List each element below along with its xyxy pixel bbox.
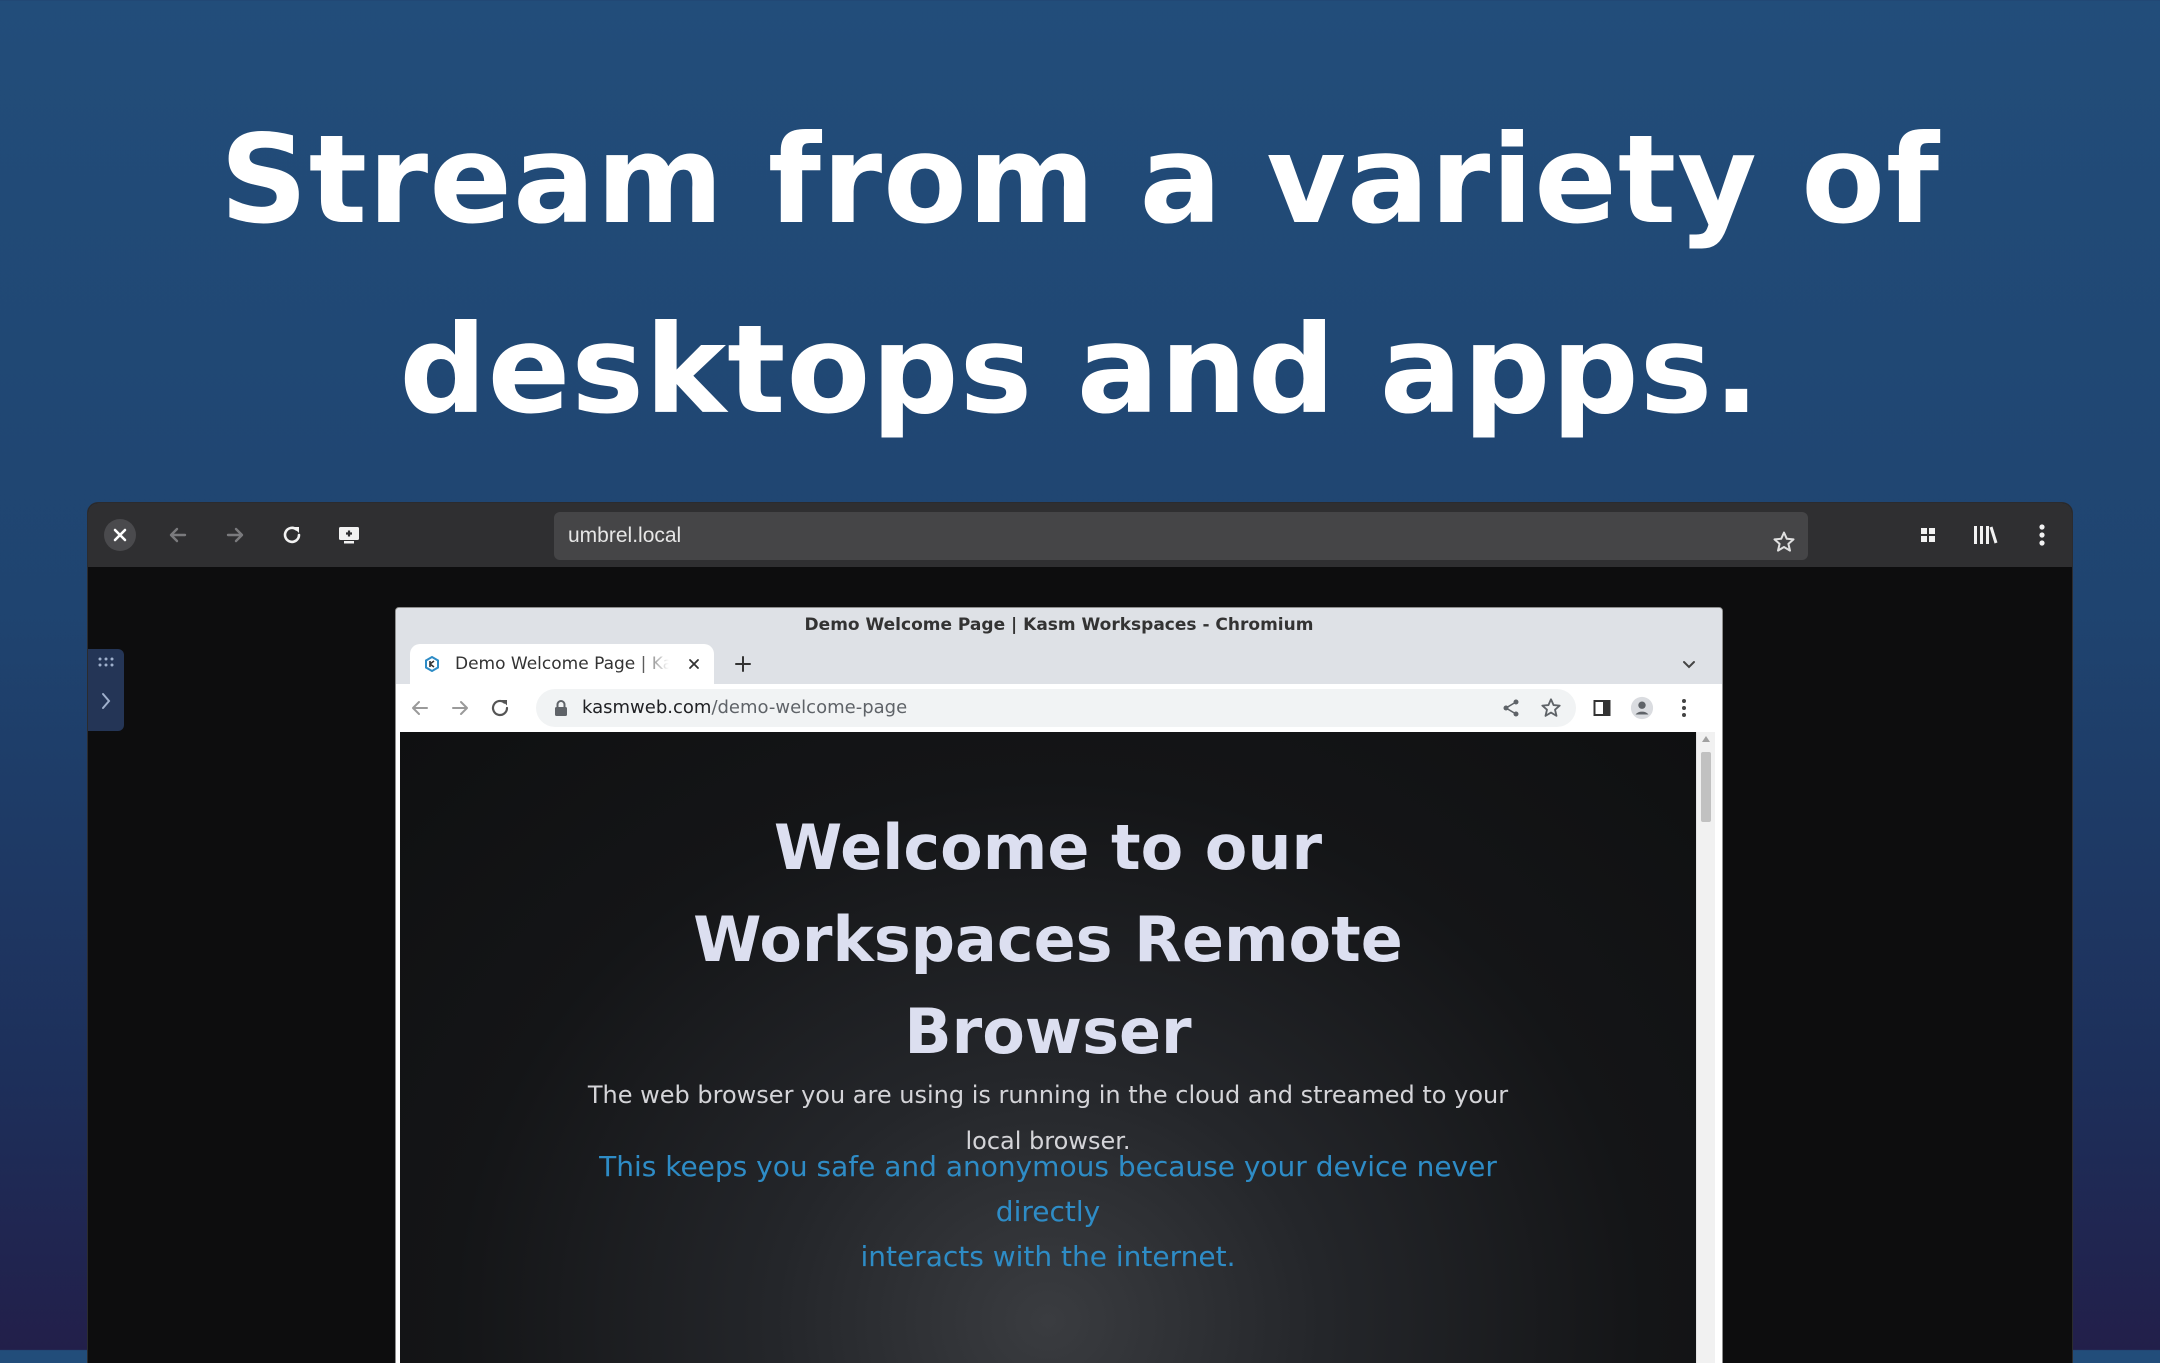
welcome-line-3: Browser xyxy=(904,995,1192,1068)
window-title: Demo Welcome Page | Kasm Workspaces - Ch… xyxy=(396,608,1722,642)
reload-icon[interactable] xyxy=(488,696,512,720)
tab-close-icon[interactable] xyxy=(684,654,704,674)
drag-handle-icon xyxy=(98,657,114,667)
welcome-line-2: Workspaces Remote xyxy=(693,903,1403,976)
star-icon[interactable] xyxy=(1540,697,1562,724)
description-line-1: The web browser you are using is running… xyxy=(587,1081,1509,1109)
outer-url-text: umbrel.local xyxy=(568,524,682,547)
side-panel-toggle[interactable] xyxy=(88,649,124,731)
inner-address-bar[interactable]: kasmweb.com/demo-welcome-page xyxy=(536,689,1576,727)
share-icon[interactable] xyxy=(1500,697,1522,724)
chevron-down-icon[interactable] xyxy=(1678,653,1700,675)
outer-browser-window: umbrel.local Demo Welcome Page | Kasm Wo… xyxy=(88,503,2072,1363)
scrollbar[interactable] xyxy=(1696,732,1715,1363)
close-icon[interactable] xyxy=(104,519,136,551)
more-icon[interactable] xyxy=(1672,696,1696,720)
forward-icon[interactable] xyxy=(219,519,251,551)
outer-toolbar: umbrel.local xyxy=(88,503,2072,567)
back-icon[interactable] xyxy=(162,519,194,551)
scroll-up-icon[interactable] xyxy=(1702,736,1710,742)
side-panel-icon[interactable] xyxy=(1590,696,1614,720)
url-host: kasmweb.com xyxy=(582,697,712,718)
lock-icon xyxy=(555,700,567,716)
kasm-favicon-icon xyxy=(425,656,439,672)
tab-demo-welcome[interactable]: Demo Welcome Page | Kasm Workspaces xyxy=(410,644,714,684)
profile-avatar-icon[interactable] xyxy=(1630,696,1654,720)
headline-line-1: Stream from a variety of xyxy=(219,109,1941,251)
hero-headline: Stream from a variety of desktops and ap… xyxy=(0,85,2160,465)
safety-line-1: This keeps you safe and anonymous becaus… xyxy=(599,1150,1497,1183)
tab-title: Demo Welcome Page | Kasm Workspaces xyxy=(455,654,669,674)
safety-text: This keeps you safe and anonymous becaus… xyxy=(400,1144,1696,1279)
grid-icon[interactable] xyxy=(1912,519,1944,551)
more-icon[interactable] xyxy=(2026,519,2058,551)
inner-toolbar: kasmweb.com/demo-welcome-page xyxy=(396,684,1722,732)
safety-line-3: interacts with the internet. xyxy=(860,1240,1236,1273)
library-icon[interactable] xyxy=(1969,519,2001,551)
web-page-content: Welcome to our Workspaces Remote Browser… xyxy=(400,732,1696,1363)
chevron-right-icon xyxy=(102,693,111,709)
inner-url-text: kasmweb.com/demo-welcome-page xyxy=(582,689,907,727)
safety-line-2: directly xyxy=(995,1195,1101,1228)
outer-address-bar[interactable]: umbrel.local xyxy=(554,512,1808,560)
welcome-heading: Welcome to our Workspaces Remote Browser xyxy=(400,802,1696,1078)
forward-icon[interactable] xyxy=(448,696,472,720)
welcome-line-1: Welcome to our xyxy=(773,811,1323,884)
tab-strip: Demo Welcome Page | Kasm Workspaces xyxy=(396,642,1722,684)
new-tab-icon[interactable] xyxy=(732,653,754,675)
headline-line-2: desktops and apps. xyxy=(399,299,1761,441)
url-path: /demo-welcome-page xyxy=(711,697,908,718)
back-icon[interactable] xyxy=(408,696,432,720)
star-icon[interactable] xyxy=(1772,524,1796,572)
add-desktop-icon[interactable] xyxy=(333,519,365,551)
scrollbar-thumb[interactable] xyxy=(1701,752,1711,822)
reload-icon[interactable] xyxy=(276,519,308,551)
inner-chromium-window: Demo Welcome Page | Kasm Workspaces - Ch… xyxy=(395,607,1723,1363)
